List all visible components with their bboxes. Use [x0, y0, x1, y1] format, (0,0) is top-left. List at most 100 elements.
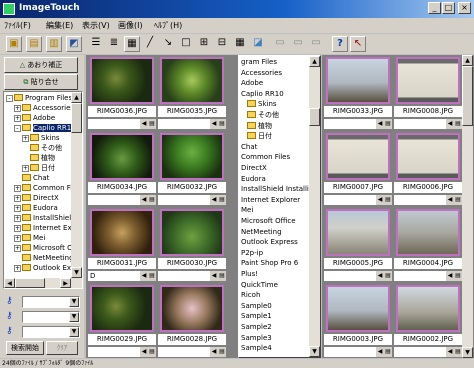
float-tree-item[interactable]: InstallShield Installi	[241, 184, 309, 194]
thumbnail-memo-field[interactable]	[324, 195, 376, 205]
tree-item[interactable]: その他	[22, 143, 62, 153]
memo-icon[interactable]: ▤	[218, 271, 226, 281]
tree-expander-icon[interactable]: +	[14, 235, 21, 242]
sound-icon[interactable]: ◀	[210, 119, 218, 129]
float-tree-item[interactable]: その他	[247, 110, 279, 120]
tree-item[interactable]: - Caplio RR10	[14, 123, 76, 133]
thumbnail-image[interactable]	[396, 209, 460, 256]
thumbnail-memo-field[interactable]	[394, 271, 446, 281]
float-tree-scrollbar[interactable]: ▲ ▼	[309, 56, 320, 357]
memo-icon[interactable]: ▤	[384, 347, 392, 357]
tree-expander-icon[interactable]: +	[14, 205, 21, 212]
rotate-left-icon[interactable]: ▭	[272, 36, 288, 52]
sound-icon[interactable]: ◀	[140, 195, 148, 205]
sound-icon[interactable]: ◀	[376, 271, 384, 281]
thumbnail-image[interactable]	[326, 57, 390, 104]
float-tree-item[interactable]: gram Files	[241, 57, 277, 67]
tree-expander-icon[interactable]: +	[14, 115, 21, 122]
hscroll-thumb[interactable]	[15, 278, 45, 288]
thumbnail-memo-field[interactable]	[88, 347, 140, 357]
float-tree-item[interactable]: Caplio RR10	[241, 89, 284, 99]
single-pane-icon[interactable]: □	[178, 36, 194, 52]
grid-pane-icon[interactable]: ▦	[232, 36, 248, 52]
folder-up-icon[interactable]: ▤	[26, 36, 42, 52]
arrow-tool-icon[interactable]: ↘	[160, 36, 176, 52]
split-pane-icon[interactable]: ⊞	[196, 36, 212, 52]
thumbnail-cell[interactable]: RIMG0008.JPG ◀ ▤	[394, 57, 462, 133]
thumbnail-memo-field[interactable]	[88, 195, 140, 205]
tree-expander-icon[interactable]: +	[14, 225, 21, 232]
sound-icon[interactable]: ◀	[210, 271, 218, 281]
thumbnail-pane-right[interactable]: RIMG0033.JPG ◀ ▤ RIMG0008.JPG ◀ ▤ RIMG0007.JPG…	[322, 55, 474, 358]
tree-item[interactable]: + Adobe	[14, 113, 55, 123]
context-help-icon[interactable]: ↖	[350, 36, 366, 52]
thumbnail-memo-field[interactable]	[324, 271, 376, 281]
open-folder-icon[interactable]: ▣	[6, 36, 22, 52]
tree-item[interactable]: Chat	[14, 173, 49, 183]
thumbnail-cell[interactable]: RIMG0028.JPG ◀ ▤	[158, 285, 226, 358]
tree-item[interactable]: 植物	[22, 153, 55, 163]
float-tree-item[interactable]: Sample2	[241, 322, 272, 332]
scroll-up-arrow[interactable]: ▲	[71, 92, 82, 103]
scroll-thumb[interactable]	[462, 66, 473, 126]
thumbnail-memo-field[interactable]	[394, 195, 446, 205]
float-tree-item[interactable]: Plus!	[241, 269, 258, 279]
memo-icon[interactable]: ▤	[148, 271, 156, 281]
stitch-button[interactable]: ⧉ 貼り合せ	[4, 74, 78, 90]
thumbnail-memo-field[interactable]	[394, 347, 446, 357]
memo-icon[interactable]: ▤	[218, 347, 226, 357]
scroll-down-arrow[interactable]: ▼	[71, 267, 82, 278]
tree-scrollbar[interactable]: ▲ ▼	[71, 92, 82, 278]
sound-icon[interactable]: ◀	[210, 347, 218, 357]
thumbnail-memo-field[interactable]	[158, 195, 210, 205]
memo-icon[interactable]: ▤	[384, 271, 392, 281]
float-tree-item[interactable]: Microsoft Office	[241, 216, 296, 226]
menu-file[interactable]: ﾌｧｲﾙ(F)	[4, 20, 31, 31]
scroll-down-arrow[interactable]: ▼	[309, 346, 320, 357]
thumbnail-image[interactable]	[326, 209, 390, 256]
tree-expander-icon[interactable]: +	[14, 245, 21, 252]
memo-icon[interactable]: ▤	[148, 119, 156, 129]
dropdown-arrow-icon[interactable]: ▼	[69, 297, 79, 307]
floating-folder-tree[interactable]: gram Files Accessories Adobe Caplio RR10 Ski…	[238, 55, 321, 358]
memo-icon[interactable]: ▤	[384, 119, 392, 129]
thumbnail-image[interactable]	[90, 133, 154, 180]
tree-item[interactable]: + Eudora	[14, 203, 58, 213]
sound-icon[interactable]: ◀	[446, 195, 454, 205]
sound-icon[interactable]: ◀	[376, 119, 384, 129]
memo-icon[interactable]: ▤	[148, 347, 156, 357]
thumbnail-image[interactable]	[160, 133, 224, 180]
four-pane-icon[interactable]: ⊟	[214, 36, 230, 52]
float-tree-item[interactable]: QuickTime	[241, 280, 278, 290]
scroll-down-arrow[interactable]: ▼	[462, 347, 473, 358]
folder-icon[interactable]: ▥	[46, 36, 62, 52]
sound-icon[interactable]: ◀	[376, 195, 384, 205]
pane-scrollbar[interactable]: ▲ ▼	[462, 55, 473, 358]
sound-icon[interactable]: ◀	[446, 119, 454, 129]
tree-hscrollbar[interactable]: ◀ ▶	[4, 278, 82, 288]
float-tree-item[interactable]: 植物	[247, 121, 272, 131]
dropdown-arrow-icon[interactable]: ▼	[69, 312, 79, 322]
thumbnail-cell[interactable]: RIMG0005.JPG ◀ ▤	[324, 209, 392, 285]
thumbnail-pane-left[interactable]: RIMG0036.JPG ◀ ▤ RIMG0035.JPG ◀ ▤ RIMG0034.JPG…	[86, 55, 238, 358]
keyword-combo-2[interactable]: ▼	[22, 311, 80, 323]
thumbnail-memo-field[interactable]	[394, 119, 446, 129]
keyword-combo-3[interactable]: ▼	[22, 326, 80, 338]
scroll-up-arrow[interactable]: ▲	[462, 55, 473, 66]
thumbnail-image[interactable]	[90, 285, 154, 332]
line-tool-icon[interactable]: ╱	[142, 36, 158, 52]
tree-expander-icon[interactable]: -	[6, 95, 13, 102]
sound-icon[interactable]: ◀	[140, 347, 148, 357]
thumbnail-image[interactable]	[160, 209, 224, 256]
flip-icon[interactable]: ▭	[308, 36, 324, 52]
tree-expander-icon[interactable]: +	[14, 195, 21, 202]
tree-item[interactable]: + 日付	[22, 163, 55, 173]
thumbnail-cell[interactable]: RIMG0007.JPG ◀ ▤	[324, 133, 392, 209]
sound-icon[interactable]: ◀	[446, 271, 454, 281]
thumbnail-memo-field[interactable]	[324, 347, 376, 357]
close-button[interactable]: ×	[458, 2, 471, 14]
float-tree-item[interactable]: Sample1	[241, 311, 272, 321]
thumbnail-cell[interactable]: RIMG0006.JPG ◀ ▤	[394, 133, 462, 209]
float-tree-item[interactable]: Adobe	[241, 78, 263, 88]
float-tree-item[interactable]: Sample3	[241, 333, 272, 343]
